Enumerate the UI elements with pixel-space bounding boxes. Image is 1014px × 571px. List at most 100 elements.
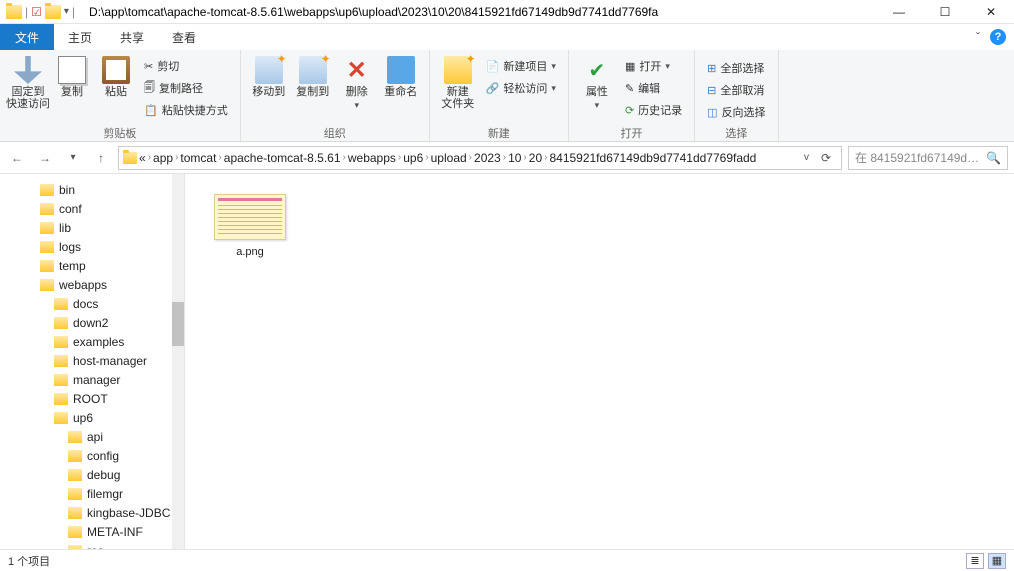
moveto-button[interactable]: 移动到 bbox=[247, 52, 291, 98]
selectnone-icon: ⊟ bbox=[707, 84, 716, 97]
ribbon-group-open: ✔ 属性 ▾ ▦打开▾ ✎编辑 ⟳历史记录 打开 bbox=[569, 50, 695, 141]
file-list[interactable]: a.png bbox=[185, 174, 1014, 549]
folder-icon bbox=[68, 507, 82, 519]
paste-button[interactable]: 粘贴 bbox=[94, 52, 138, 98]
search-input[interactable]: 在 8415921fd67149db9d7... 🔍 bbox=[848, 146, 1008, 170]
tree-item[interactable]: manager bbox=[0, 370, 184, 389]
tree-item[interactable]: logs bbox=[0, 237, 184, 256]
recent-locations-button[interactable]: ▾ bbox=[62, 147, 84, 169]
maximize-button[interactable]: ☐ bbox=[922, 0, 968, 24]
tree-item[interactable]: webapps bbox=[0, 275, 184, 294]
tree-item[interactable]: lib bbox=[0, 218, 184, 237]
chevron-down-icon: ▾ bbox=[354, 100, 359, 111]
select-none-button[interactable]: ⊟全部取消 bbox=[707, 80, 765, 100]
open-button[interactable]: ▦打开▾ bbox=[625, 56, 682, 76]
tree-item[interactable]: res bbox=[0, 541, 184, 549]
tree-item[interactable]: ROOT bbox=[0, 389, 184, 408]
edit-button[interactable]: ✎编辑 bbox=[625, 78, 682, 98]
refresh-button[interactable]: ⟳ bbox=[815, 151, 837, 165]
ribbon-tabs: 文件 主页 共享 查看 ˇ ? bbox=[0, 24, 1014, 50]
details-view-button[interactable]: ≣ bbox=[966, 553, 984, 569]
tree-item[interactable]: down2 bbox=[0, 313, 184, 332]
paste-shortcut-button[interactable]: 📋粘贴快捷方式 bbox=[144, 100, 228, 120]
copy-button[interactable]: 复制 bbox=[50, 52, 94, 98]
cut-button[interactable]: ✂剪切 bbox=[144, 56, 228, 76]
breadcrumb[interactable]: up6› bbox=[403, 151, 428, 165]
tree-item[interactable]: conf bbox=[0, 199, 184, 218]
chevron-down-icon: ▾ bbox=[595, 100, 600, 111]
tree-item[interactable]: api bbox=[0, 427, 184, 446]
folder-icon bbox=[40, 279, 54, 291]
tree-item[interactable]: examples bbox=[0, 332, 184, 351]
breadcrumb[interactable]: 10› bbox=[508, 151, 527, 165]
copyto-button[interactable]: 复制到 bbox=[291, 52, 335, 98]
window-title: D:\app\tomcat\apache-tomcat-8.5.61\webap… bbox=[81, 5, 876, 19]
ribbon-collapse-icon[interactable]: ˇ bbox=[976, 30, 980, 44]
tree-item[interactable]: docs bbox=[0, 294, 184, 313]
breadcrumb[interactable]: upload› bbox=[431, 151, 472, 165]
tab-view[interactable]: 查看 bbox=[158, 24, 210, 50]
easy-access-button[interactable]: 🔗轻松访问▾ bbox=[486, 78, 556, 98]
up-button[interactable]: ↑ bbox=[90, 147, 112, 169]
breadcrumb[interactable]: 8415921fd67149db9d7741dd7769fadd bbox=[549, 151, 756, 165]
file-item[interactable]: a.png bbox=[205, 194, 295, 258]
properties-button[interactable]: ✔ 属性 ▾ bbox=[575, 52, 619, 111]
tree-item[interactable]: up6 bbox=[0, 408, 184, 427]
help-icon[interactable]: ? bbox=[990, 29, 1006, 45]
breadcrumb[interactable]: webapps› bbox=[348, 151, 401, 165]
invert-selection-button[interactable]: ◫反向选择 bbox=[707, 102, 765, 122]
back-button[interactable]: ← bbox=[6, 147, 28, 169]
forward-button[interactable]: → bbox=[34, 147, 56, 169]
scrollbar-track[interactable] bbox=[172, 174, 184, 549]
delete-button[interactable]: ✕ 删除 ▾ bbox=[335, 52, 379, 111]
breadcrumb[interactable]: apache-tomcat-8.5.61› bbox=[224, 151, 346, 165]
pin-quickaccess-button[interactable]: 固定到 快速访问 bbox=[6, 52, 50, 110]
tree-item-label: debug bbox=[87, 468, 120, 482]
tree-item-label: kingbase-JDBC bbox=[87, 506, 170, 520]
new-item-button[interactable]: 📄新建项目▾ bbox=[486, 56, 556, 76]
breadcrumb-root[interactable]: «› bbox=[139, 151, 151, 165]
easy-access-icon: 🔗 bbox=[486, 82, 500, 95]
breadcrumb[interactable]: tomcat› bbox=[180, 151, 221, 165]
folder-icon bbox=[54, 393, 68, 405]
breadcrumb[interactable]: app› bbox=[153, 151, 178, 165]
new-folder-button[interactable]: 新建 文件夹 bbox=[436, 52, 480, 110]
group-label: 打开 bbox=[575, 125, 688, 141]
folder-tree[interactable]: bin conf liblogs temp webappsdocsdown2exampl… bbox=[0, 174, 185, 549]
history-button[interactable]: ⟳历史记录 bbox=[625, 100, 682, 120]
tree-item[interactable]: debug bbox=[0, 465, 184, 484]
tree-item[interactable]: kingbase-JDBC bbox=[0, 503, 184, 522]
tree-item[interactable]: META-INF bbox=[0, 522, 184, 541]
select-all-button[interactable]: ⊞全部选择 bbox=[707, 58, 765, 78]
navbar: ← → ▾ ↑ «› app› tomcat› apache-tomcat-8.… bbox=[0, 142, 1014, 174]
tab-home[interactable]: 主页 bbox=[54, 24, 106, 50]
ribbon-group-clipboard: 固定到 快速访问 复制 粘贴 ✂剪切 🗐复制路径 📋粘贴快捷方式 剪贴板 bbox=[0, 50, 241, 141]
tree-item-label: ROOT bbox=[73, 392, 108, 406]
history-icon: ⟳ bbox=[625, 104, 634, 117]
tree-item[interactable]: filemgr bbox=[0, 484, 184, 503]
copy-path-button[interactable]: 🗐复制路径 bbox=[144, 78, 228, 98]
tree-item[interactable]: config bbox=[0, 446, 184, 465]
tree-item-label: conf bbox=[59, 202, 82, 216]
tab-file[interactable]: 文件 bbox=[0, 24, 54, 50]
tree-item[interactable]: host-manager bbox=[0, 351, 184, 370]
tree-item-label: up6 bbox=[73, 411, 93, 425]
tree-item[interactable]: temp bbox=[0, 256, 184, 275]
qat-overflow[interactable]: ▾ bbox=[64, 6, 69, 17]
tree-item-label: temp bbox=[59, 259, 86, 273]
icons-view-button[interactable]: ▦ bbox=[988, 553, 1006, 569]
rename-button[interactable]: 重命名 bbox=[379, 52, 423, 98]
delete-icon: ✕ bbox=[343, 56, 371, 84]
address-dropdown[interactable]: v bbox=[804, 152, 809, 163]
breadcrumb[interactable]: 20› bbox=[529, 151, 548, 165]
tree-item[interactable]: bin bbox=[0, 180, 184, 199]
tree-item-label: config bbox=[87, 449, 119, 463]
tab-share[interactable]: 共享 bbox=[106, 24, 158, 50]
scrollbar-thumb[interactable] bbox=[172, 302, 184, 346]
address-bar[interactable]: «› app› tomcat› apache-tomcat-8.5.61› we… bbox=[118, 146, 842, 170]
tree-item-label: filemgr bbox=[87, 487, 123, 501]
folder-icon bbox=[54, 298, 68, 310]
close-button[interactable]: ✕ bbox=[968, 0, 1014, 24]
minimize-button[interactable]: — bbox=[876, 0, 922, 24]
breadcrumb[interactable]: 2023› bbox=[474, 151, 506, 165]
